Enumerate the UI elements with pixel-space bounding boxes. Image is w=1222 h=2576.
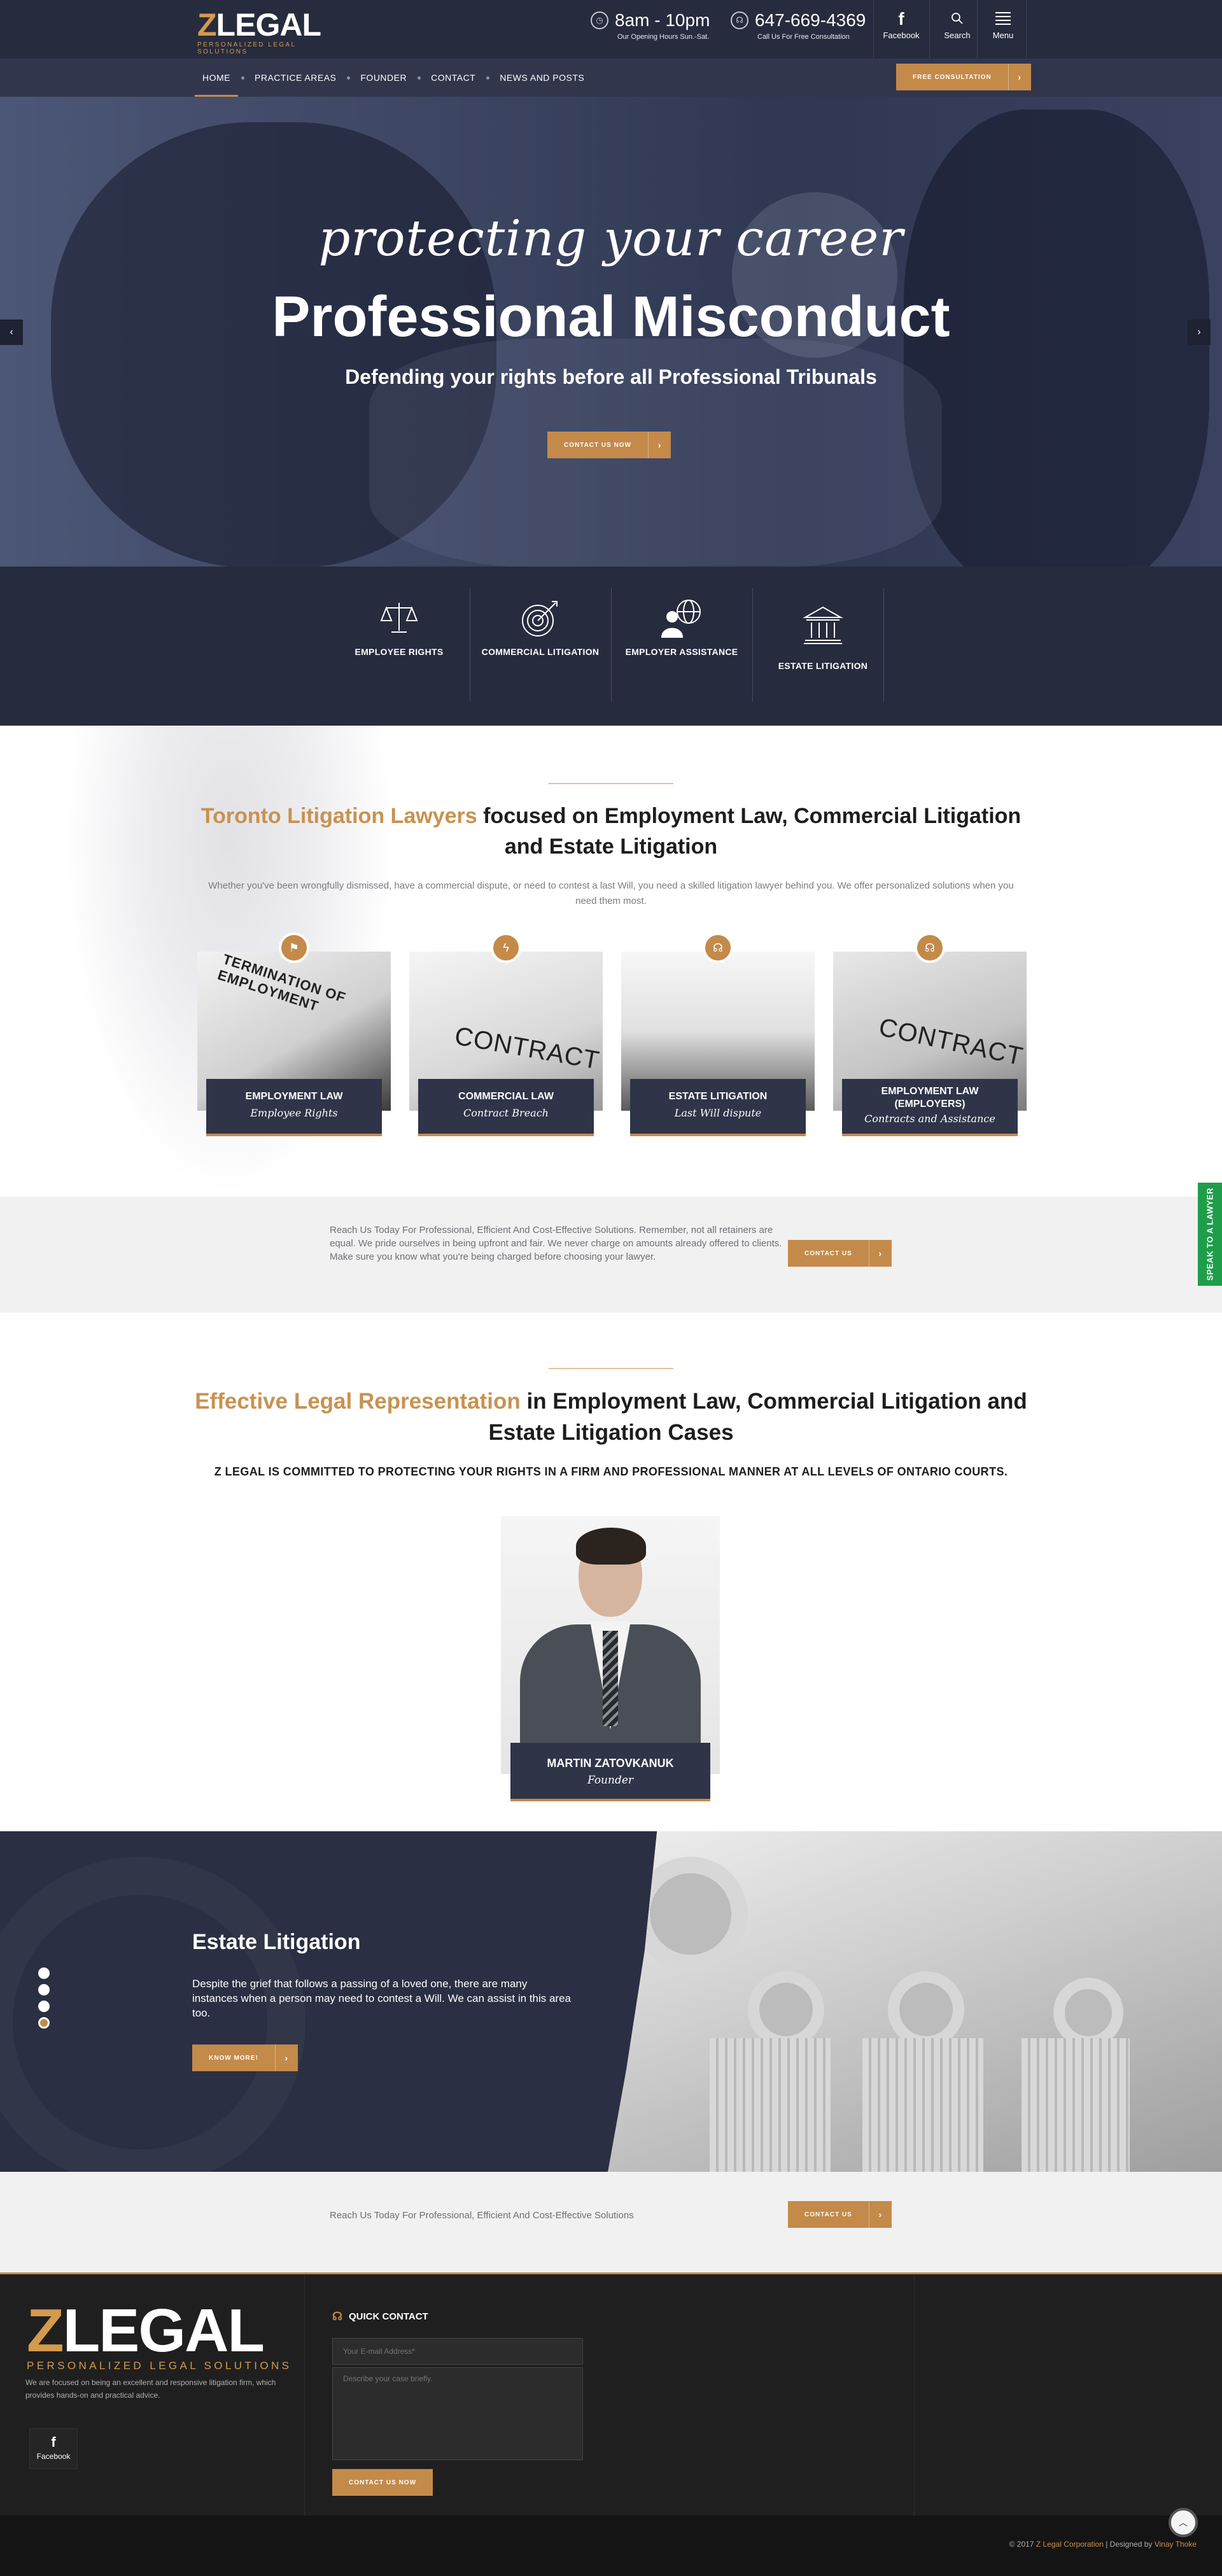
- scales-icon: [328, 589, 470, 647]
- nav-contact[interactable]: CONTACT: [423, 73, 483, 83]
- clock-icon: ◷: [591, 11, 608, 29]
- footer-about: We are focused on being an excellent and…: [25, 2378, 276, 2400]
- nav-home[interactable]: HOME: [195, 73, 238, 97]
- slide-title: Estate Litigation: [192, 1930, 361, 1954]
- phone-info[interactable]: ☊ 647-669-4369 Call Us For Free Consultat…: [731, 10, 866, 48]
- search-button[interactable]: Search: [932, 8, 983, 40]
- feature-employee-rights[interactable]: EMPLOYEE RIGHTS: [328, 589, 470, 699]
- target-icon: [470, 589, 611, 647]
- nav-news-and-posts[interactable]: NEWS AND POSTS: [492, 73, 592, 83]
- hero-script-heading: protecting your career: [318, 210, 904, 267]
- representation-heading: Effective Legal Representation in Employ…: [195, 1389, 1027, 1445]
- founder-photo: [501, 1516, 720, 1774]
- copyright-bar: ︿ © 2017 Z Legal Corporation | Designed …: [0, 2508, 1222, 2576]
- representation-section: Effective Legal Representation in Employ…: [0, 1313, 1222, 1831]
- hero-slider: protecting your career Professional Misc…: [0, 97, 1222, 567]
- flag-icon: ⚑: [279, 933, 309, 963]
- footer-logo[interactable]: ZLEGAL PERSONALIZED LEGAL SOLUTIONS: [27, 2300, 291, 2372]
- facebook-link[interactable]: f Facebook: [876, 8, 927, 40]
- columns-photo: [608, 1831, 1222, 2172]
- headset-icon: ☊: [703, 933, 733, 963]
- quick-contact-heading: ☊ QUICK CONTACT: [332, 2310, 428, 2323]
- feature-employer-assistance[interactable]: EMPLOYER ASSISTANCE: [611, 589, 752, 699]
- copyright-text: © 2017 Z Legal Corporation | Designed by…: [1009, 2540, 1197, 2549]
- slider-dot-1[interactable]: [38, 1967, 50, 1979]
- cta-contact-button[interactable]: CONTACT US ›: [788, 2201, 892, 2228]
- know-more-button[interactable]: KNOW MORE! ›: [192, 2045, 298, 2071]
- facebook-icon: f: [898, 9, 904, 29]
- slide-text: Despite the grief that follows a passing…: [192, 1978, 571, 2019]
- hero-prev-arrow[interactable]: ‹: [0, 320, 23, 345]
- designer-link[interactable]: Vinay Thoke: [1155, 2540, 1197, 2549]
- slider-dot-4[interactable]: [38, 2017, 50, 2029]
- cta-text: Reach Us Today For Professional, Efficie…: [330, 1225, 782, 1262]
- speak-to-lawyer-tab[interactable]: SPEAK TO A LAWYER: [1198, 1183, 1222, 1286]
- founder-caption[interactable]: MARTIN ZATOVKANUK Founder: [510, 1743, 710, 1801]
- headset-icon: ☊: [731, 11, 748, 29]
- site-logo[interactable]: ZLEGAL PERSONALIZED LEGAL SOLUTIONS: [197, 9, 337, 55]
- nav-practice-areas[interactable]: PRACTICE AREAS: [247, 73, 344, 83]
- hero-title: Professional Misconduct: [272, 285, 950, 349]
- headset-icon: ☊: [332, 2310, 342, 2323]
- footer-facebook-link[interactable]: f Facebook: [29, 2428, 78, 2469]
- cta-band: Reach Us Today For Professional, Efficie…: [0, 1197, 1222, 1313]
- chevron-left-icon: ‹: [10, 327, 13, 337]
- logo-tagline: PERSONALIZED LEGAL SOLUTIONS: [197, 41, 297, 55]
- chevron-right-icon: ›: [274, 2045, 298, 2071]
- cta-contact-button[interactable]: CONTACT US ›: [788, 1240, 892, 1267]
- phone-number[interactable]: 647-669-4369: [755, 10, 866, 31]
- service-card-employment-law-employers[interactable]: CONTRACT ☊ EMPLOYMENT LAW (EMPLOYERS) Con…: [833, 933, 1027, 1136]
- chevron-right-icon: ›: [868, 2201, 892, 2228]
- practice-features: EMPLOYEE RIGHTS COMMERCIAL LITIGATION EM…: [0, 567, 1222, 726]
- founder-role: Founder: [587, 1774, 634, 1787]
- service-card-employment-law[interactable]: TERMINATION OF EMPLOYMENT ⚑ EMPLOYMENT L…: [197, 933, 391, 1136]
- email-field[interactable]: [332, 2338, 583, 2365]
- feature-estate-litigation[interactable]: ESTATE LITIGATION: [752, 589, 894, 699]
- chevron-right-icon: ›: [648, 432, 671, 458]
- cta-text: Reach Us Today For Professional, Efficie…: [330, 2210, 634, 2221]
- hero-next-arrow[interactable]: ›: [1188, 320, 1211, 345]
- globe-person-icon: [611, 589, 752, 647]
- chevron-right-icon: ›: [1197, 327, 1201, 337]
- footer-submit-button[interactable]: CONTACT US NOW: [332, 2469, 433, 2496]
- chevron-right-icon: ›: [868, 1240, 892, 1267]
- chevron-up-icon: ︿: [1179, 2517, 1188, 2528]
- menu-button[interactable]: Menu: [978, 8, 1029, 40]
- nav-founder[interactable]: FOUNDER: [353, 73, 414, 83]
- lightning-icon: ϟ: [491, 933, 521, 963]
- intro-heading: Toronto Litigation Lawyers focused on Em…: [200, 804, 1022, 859]
- slider-dot-3[interactable]: [38, 2001, 50, 2012]
- headset-icon: ☊: [915, 933, 945, 963]
- service-card-commercial-law[interactable]: CONTRACT ϟ COMMERCIAL LAW Contract Breach: [409, 933, 603, 1136]
- main-nav: HOME PRACTICE AREAS FOUNDER CONTACT NEWS…: [0, 59, 1222, 97]
- chevron-right-icon: ›: [1008, 64, 1031, 90]
- practice-slider: Estate Litigation Despite the grief that…: [0, 1831, 1222, 2172]
- commitment-statement: Z LEGAL IS COMMITTED TO PROTECTING YOUR …: [214, 1465, 1008, 1478]
- company-link[interactable]: Z Legal Corporation: [1036, 2540, 1104, 2549]
- opening-hours: ◷ 8am - 10pm Our Opening Hours Sun.-Sat.: [591, 10, 710, 48]
- top-bar: ZLEGAL PERSONALIZED LEGAL SOLUTIONS ◷ 8am…: [0, 0, 1222, 59]
- hero-contact-button[interactable]: CONTACT US NOW ›: [547, 432, 671, 458]
- intro-lead: Whether you've been wrongfully dismissed…: [208, 880, 1014, 906]
- site-footer: ZLEGAL PERSONALIZED LEGAL SOLUTIONS We a…: [0, 2272, 1222, 2517]
- facebook-icon: f: [51, 2434, 56, 2450]
- intro-section: Toronto Litigation Lawyers focused on Em…: [0, 726, 1222, 1197]
- search-icon: [932, 8, 983, 31]
- courthouse-icon: [752, 589, 894, 661]
- case-description-field[interactable]: [332, 2367, 583, 2460]
- founder-name: MARTIN ZATOVKANUK: [547, 1757, 674, 1770]
- slider-dot-2[interactable]: [38, 1984, 50, 1995]
- hero-subtitle: Defending your rights before all Profess…: [345, 365, 877, 388]
- free-consultation-button[interactable]: FREE CONSULTATION ›: [896, 64, 1031, 90]
- service-card-estate-litigation[interactable]: ☊ ESTATE LITIGATION Last Will dispute: [621, 933, 815, 1136]
- back-to-top-button[interactable]: ︿: [1169, 2508, 1198, 2537]
- menu-icon: [978, 8, 1029, 31]
- cta-band-2: Reach Us Today For Professional, Efficie…: [0, 2172, 1222, 2272]
- feature-commercial-litigation[interactable]: COMMERCIAL LITIGATION: [470, 589, 611, 699]
